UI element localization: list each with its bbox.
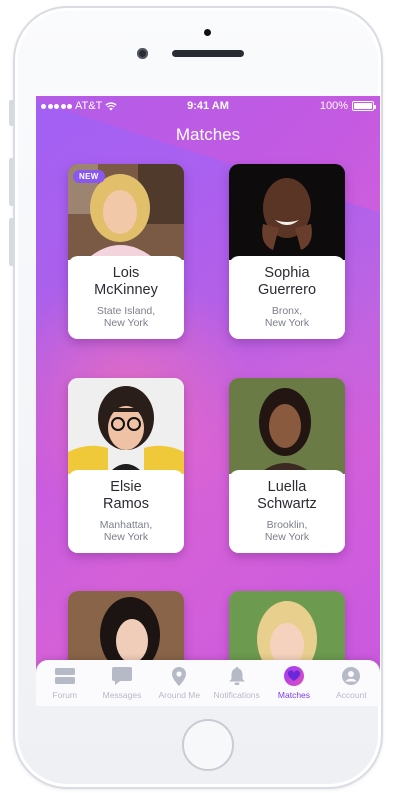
tab-matches[interactable]: Matches: [265, 660, 322, 706]
match-card[interactable]: Sophia Guerrero Bronx, New York: [229, 164, 345, 339]
bell-icon: [226, 666, 248, 686]
tab-label: Account: [335, 690, 367, 700]
tab-label: Messages: [102, 690, 142, 700]
match-info: Lois McKinney State Island, New York: [68, 256, 184, 339]
heart-icon: [283, 666, 305, 686]
match-location: Bronx, New York: [264, 305, 310, 329]
volume-up-button: [9, 158, 14, 206]
match-info: Sophia Guerrero Bronx, New York: [229, 256, 345, 339]
tab-bar: Forum Messages Around Me Notifications M…: [36, 660, 380, 706]
match-photo: NEW: [68, 164, 184, 260]
account-icon: [340, 666, 362, 686]
match-card[interactable]: Luella Schwartz Brooklin, New York: [229, 378, 345, 553]
battery-percent: 100%: [319, 100, 348, 112]
tab-label: Forum: [52, 690, 77, 700]
app-screen: AT&T 9:41 AM 100% Matches NEW Lois McKin…: [36, 96, 380, 706]
forum-icon: [54, 666, 76, 686]
tab-label: Around Me: [158, 690, 201, 700]
location-pin-icon: [168, 666, 190, 686]
home-button[interactable]: [182, 719, 234, 771]
match-photo: [68, 378, 184, 474]
earpiece-speaker: [172, 50, 244, 57]
match-photo: [229, 164, 345, 260]
match-info: Elsie Ramos Manhattan, New York: [68, 470, 184, 553]
mute-switch: [9, 100, 14, 126]
messages-icon: [111, 666, 133, 686]
tab-messages[interactable]: Messages: [93, 660, 150, 706]
new-badge: NEW: [73, 170, 105, 183]
volume-down-button: [9, 218, 14, 266]
tab-around-me[interactable]: Around Me: [151, 660, 208, 706]
tab-forum[interactable]: Forum: [36, 660, 93, 706]
page-title: Matches: [175, 125, 241, 144]
match-card[interactable]: Elsie Ramos Manhattan, New York: [68, 378, 184, 553]
match-photo: [229, 378, 345, 474]
match-location: State Island, New York: [96, 305, 156, 329]
match-location: Manhattan, New York: [99, 519, 153, 543]
match-name: Sophia Guerrero: [257, 265, 317, 298]
match-name: Luella Schwartz: [257, 479, 317, 512]
match-info: Luella Schwartz Brooklin, New York: [229, 470, 345, 553]
front-camera: [137, 48, 148, 59]
battery-icon: [352, 101, 376, 111]
tab-label: Notifications: [213, 690, 260, 700]
battery-indicator: 100%: [319, 100, 376, 112]
tab-label: Matches: [277, 690, 311, 700]
match-name: Elsie Ramos: [103, 479, 149, 512]
tab-account[interactable]: Account: [323, 660, 380, 706]
match-location: Brooklin, New York: [264, 519, 310, 543]
status-bar: AT&T 9:41 AM 100%: [36, 96, 380, 116]
match-name: Lois McKinney: [94, 265, 158, 298]
proximity-sensor: [204, 29, 211, 36]
tab-notifications[interactable]: Notifications: [208, 660, 265, 706]
match-card[interactable]: NEW Lois McKinney State Island, New York: [68, 164, 184, 339]
